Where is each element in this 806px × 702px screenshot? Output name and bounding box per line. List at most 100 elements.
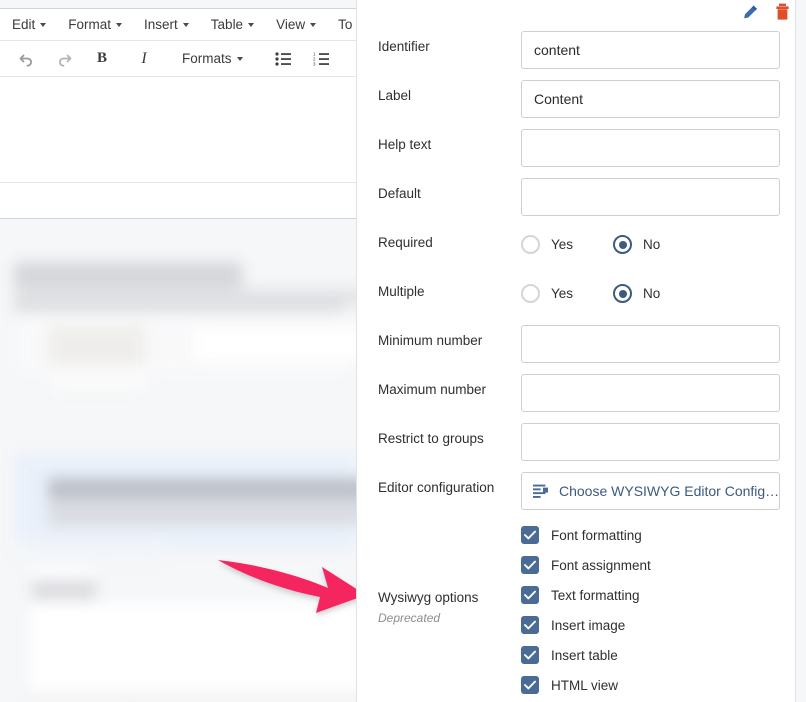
menu-item-view[interactable]: View bbox=[276, 17, 317, 32]
choose-wysiwyg-editor-config-button[interactable]: Choose WYSIWYG Editor Config… bbox=[521, 472, 780, 510]
multiple-radio-group: Yes No bbox=[521, 276, 780, 303]
label-default: Default bbox=[378, 186, 421, 201]
editor-toolbar: B I Formats 1 2 3 bbox=[0, 41, 359, 77]
help-text-input[interactable] bbox=[521, 129, 780, 167]
form-row-required: Required Yes No bbox=[357, 222, 797, 271]
restrict-to-groups-input[interactable] bbox=[521, 423, 780, 461]
checkbox-font-formatting[interactable]: Font formatting bbox=[521, 520, 780, 550]
multiple-radio-no-label: No bbox=[643, 286, 661, 301]
undo-icon[interactable] bbox=[12, 45, 40, 73]
minimum-number-input[interactable] bbox=[521, 325, 780, 363]
editor-status-bar bbox=[0, 182, 359, 218]
radio-selected-icon bbox=[613, 235, 633, 254]
choose-wysiwyg-editor-config-label: Choose WYSIWYG Editor Config… bbox=[559, 483, 780, 499]
form-row-restrict-to-groups: Restrict to groups bbox=[357, 418, 797, 467]
deprecated-badge: Deprecated bbox=[378, 610, 441, 625]
form-row-default: Default bbox=[357, 173, 797, 222]
checkbox-html-view-label: HTML view bbox=[551, 677, 619, 693]
form-row-minimum-number: Minimum number bbox=[357, 320, 797, 369]
menu-item-format-label: Format bbox=[68, 17, 112, 32]
chevron-down-icon bbox=[182, 22, 189, 27]
checkbox-checked-icon bbox=[521, 526, 539, 544]
required-radio-group: Yes No bbox=[521, 227, 780, 254]
chevron-down-icon bbox=[248, 22, 255, 27]
chevron-down-icon bbox=[236, 56, 243, 61]
page-right-gutter bbox=[796, 0, 806, 702]
identifier-input[interactable] bbox=[521, 31, 780, 69]
form-row-multiple: Multiple Yes No bbox=[357, 271, 797, 320]
label-maximum-number: Maximum number bbox=[378, 382, 487, 397]
form-row-label: Label bbox=[357, 75, 797, 124]
numbered-list-icon[interactable]: 1 2 3 bbox=[307, 45, 335, 73]
maximum-number-input[interactable] bbox=[521, 374, 780, 412]
checkbox-insert-table-label: Insert table bbox=[551, 647, 618, 663]
radio-icon bbox=[521, 235, 540, 254]
label-wysiwyg-options: Wysiwyg options Deprecated bbox=[357, 590, 521, 626]
blurred-content-region bbox=[0, 240, 806, 702]
multiple-radio-yes[interactable]: Yes bbox=[521, 284, 573, 303]
checkbox-font-assignment-label: Font assignment bbox=[551, 557, 651, 573]
label-help-text: Help text bbox=[378, 137, 432, 152]
chevron-down-icon bbox=[40, 22, 47, 27]
label-minimum-number: Minimum number bbox=[378, 333, 483, 348]
checkbox-text-formatting-label: Text formatting bbox=[551, 587, 640, 603]
chevron-down-icon bbox=[310, 22, 317, 27]
checkbox-insert-table[interactable]: Insert table bbox=[521, 640, 780, 670]
default-input[interactable] bbox=[521, 178, 780, 216]
italic-button[interactable]: I bbox=[130, 45, 158, 73]
menu-item-edit-label: Edit bbox=[12, 17, 36, 32]
checkbox-checked-icon bbox=[521, 586, 539, 604]
multiple-radio-yes-label: Yes bbox=[551, 286, 574, 301]
form-row-wysiwyg-options: Wysiwyg options Deprecated Font formatti… bbox=[357, 516, 797, 700]
pencil-icon[interactable] bbox=[739, 1, 761, 23]
label-identifier: Identifier bbox=[378, 39, 430, 54]
checkbox-checked-icon bbox=[521, 556, 539, 574]
form-row-editor-configuration: Editor configuration Choose WYSIWYG Edit… bbox=[357, 467, 797, 516]
checkbox-insert-image[interactable]: Insert image bbox=[521, 610, 780, 640]
label-multiple: Multiple bbox=[378, 284, 425, 299]
checkbox-checked-icon bbox=[521, 676, 539, 694]
checkbox-html-view[interactable]: HTML view bbox=[521, 670, 780, 700]
wysiwyg-options-label: Wysiwyg options bbox=[378, 590, 479, 606]
required-radio-yes[interactable]: Yes bbox=[521, 235, 573, 254]
checkbox-font-assignment[interactable]: Font assignment bbox=[521, 550, 780, 580]
editor-menu-bar: Edit Format Insert Table View To bbox=[0, 9, 359, 41]
checkbox-checked-icon bbox=[521, 646, 539, 664]
editor-content-area[interactable] bbox=[0, 77, 359, 182]
chevron-down-icon bbox=[116, 22, 123, 27]
panel-action-bar bbox=[357, 0, 797, 26]
required-radio-no[interactable]: No bbox=[613, 235, 660, 254]
config-list-icon bbox=[533, 484, 550, 499]
settings-form: Identifier Label Help text bbox=[357, 26, 797, 700]
label-restrict-to-groups: Restrict to groups bbox=[378, 431, 484, 446]
label-input[interactable] bbox=[521, 80, 780, 118]
required-radio-no-label: No bbox=[643, 237, 661, 252]
menu-item-format[interactable]: Format bbox=[68, 17, 123, 32]
checkbox-text-formatting[interactable]: Text formatting bbox=[521, 580, 780, 610]
form-row-help-text: Help text bbox=[357, 124, 797, 173]
checkbox-font-formatting-label: Font formatting bbox=[551, 527, 642, 543]
menu-item-tools-label: To bbox=[338, 17, 353, 32]
menu-item-table-label: Table bbox=[210, 17, 244, 32]
menu-item-tools[interactable]: To bbox=[338, 17, 352, 32]
multiple-radio-no[interactable]: No bbox=[613, 284, 660, 303]
menu-item-insert-label: Insert bbox=[144, 17, 178, 32]
bold-button[interactable]: B bbox=[88, 45, 116, 73]
form-row-maximum-number: Maximum number bbox=[357, 369, 797, 418]
wysiwyg-options-list: Font formatting Font assignment Text for… bbox=[521, 516, 780, 700]
formats-dropdown[interactable]: Formats bbox=[182, 45, 243, 73]
required-radio-yes-label: Yes bbox=[551, 237, 574, 252]
menu-item-insert[interactable]: Insert bbox=[144, 17, 189, 32]
bullet-list-icon[interactable] bbox=[269, 45, 297, 73]
svg-text:3: 3 bbox=[313, 61, 316, 65]
checkbox-checked-icon bbox=[521, 616, 539, 634]
radio-selected-icon bbox=[613, 284, 633, 303]
label-editor-configuration: Editor configuration bbox=[378, 480, 495, 495]
formats-label: Formats bbox=[182, 51, 232, 66]
menu-item-edit[interactable]: Edit bbox=[12, 17, 47, 32]
redo-icon[interactable] bbox=[50, 45, 78, 73]
field-settings-panel: Identifier Label Help text bbox=[356, 0, 796, 702]
menu-item-table[interactable]: Table bbox=[210, 17, 255, 32]
wysiwyg-editor: Edit Format Insert Table View To B I For… bbox=[0, 8, 360, 219]
trash-icon[interactable] bbox=[771, 1, 793, 23]
